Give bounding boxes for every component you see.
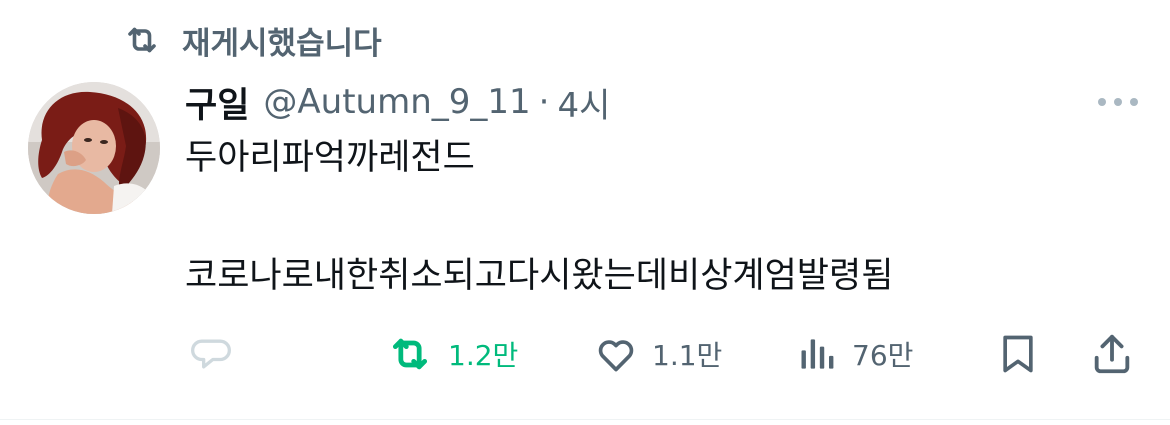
- action-bar: 1.2만 1.1만 76만: [0, 326, 1170, 382]
- like-count: 1.1만: [652, 339, 723, 372]
- tweet-text-line-2: 코로나로내한취소되고다시왔는데비상계엄발령됨: [185, 256, 894, 296]
- more-options-button[interactable]: [1092, 84, 1144, 120]
- avatar[interactable]: [28, 82, 160, 214]
- heart-icon: [592, 332, 640, 376]
- reply-icon: [186, 332, 236, 376]
- bookmark-button[interactable]: [996, 326, 1040, 382]
- tweet-text-line-1: 두아리파억까레전드: [185, 138, 475, 178]
- views-icon: [796, 332, 840, 376]
- repost-icon: [384, 332, 436, 376]
- repost-header[interactable]: 재게시했습니다: [120, 18, 382, 62]
- repost-button[interactable]: 1.2만: [384, 326, 518, 382]
- like-button[interactable]: 1.1만: [592, 326, 722, 382]
- user-handle[interactable]: @Autumn_9_11: [263, 82, 530, 122]
- reply-button[interactable]: [186, 326, 236, 382]
- views-count: 76만: [852, 339, 914, 372]
- separator-dot: ·: [538, 82, 550, 122]
- bookmark-icon: [996, 329, 1040, 379]
- share-button[interactable]: [1088, 326, 1136, 382]
- more-icon: [1096, 93, 1140, 112]
- bottom-divider: [0, 419, 1170, 420]
- timestamp[interactable]: 4시: [557, 78, 610, 127]
- repost-icon: [120, 18, 164, 62]
- display-name[interactable]: 구일: [185, 77, 249, 128]
- repost-count: 1.2만: [448, 339, 519, 372]
- views-button[interactable]: 76만: [796, 326, 913, 382]
- share-icon: [1088, 331, 1136, 377]
- repost-label: 재게시했습니다: [182, 25, 382, 62]
- tweet-header: 구일 @Autumn_9_11 · 4시: [185, 76, 610, 128]
